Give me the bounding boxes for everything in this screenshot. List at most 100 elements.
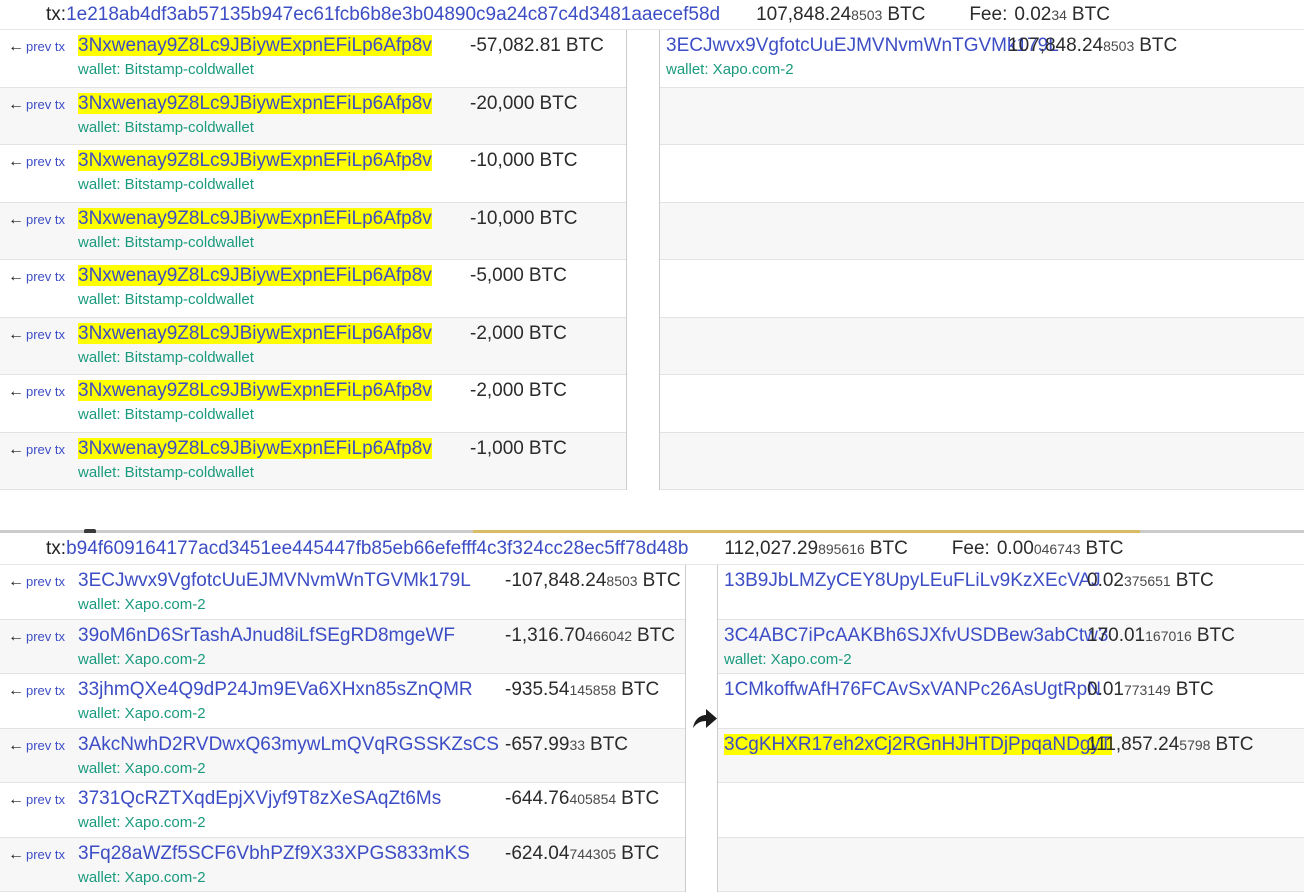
address-link[interactable]: 3CgKHXR17eh2xCj2RGnHJHTDjPpqaNDgyT <box>724 734 1112 755</box>
prev-tx-link[interactable]: prev tx <box>26 97 65 112</box>
tx-id-link[interactable]: 1e218ab4df3ab57135b947ec61fcb6b8e3b04890… <box>66 4 720 26</box>
address-link[interactable]: 13B9JbLMZyCEY8UpyLEuFLiLv9KzXEcVAJ <box>724 570 1101 591</box>
prev-tx-link[interactable]: prev tx <box>26 442 65 457</box>
empty-row <box>660 203 1304 261</box>
wallet-label[interactable]: wallet: Xapo.com-2 <box>78 759 505 778</box>
address-link[interactable]: 3Nxwenay9Z8Lc9JBiywExpnEFiLp6Afp8v <box>78 323 432 344</box>
wallet-label[interactable]: wallet: Xapo.com-2 <box>724 650 1087 669</box>
address-link[interactable]: 1CMkoffwAfH76FCAvSxVANPc26AsUgtRpN <box>724 679 1101 700</box>
wallet-label[interactable]: wallet: Xapo.com-2 <box>78 595 505 614</box>
tx-prefix: tx: <box>46 538 66 560</box>
amount: 0.02375651BTC <box>1087 570 1214 592</box>
wallet-label[interactable]: wallet: Bitstamp-coldwallet <box>78 118 470 137</box>
prev-tx-link[interactable]: prev tx <box>26 792 65 807</box>
address-link[interactable]: 3Nxwenay9Z8Lc9JBiywExpnEFiLp6Afp8v <box>78 438 432 459</box>
arrow-left-icon: ← <box>8 211 24 228</box>
prev-tx-link[interactable]: prev tx <box>26 847 65 862</box>
wallet-label[interactable]: wallet: Xapo.com-2 <box>78 704 505 723</box>
wallet-label[interactable]: wallet: Bitstamp-coldwallet <box>78 233 470 252</box>
amount: 0.01773149BTC <box>1087 679 1214 701</box>
amount: -107,848.248503BTC <box>505 570 681 592</box>
address-link[interactable]: 3731QcRZTXqdEpjXVjyf9T8zXeSAqZt6Ms <box>78 788 441 809</box>
input-row: ←prev tx 3AkcNwhD2RVDwxQ63mywLmQVqRGSSKZ… <box>0 729 685 784</box>
output-row: 1CMkoffwAfH76FCAvSxVANPc26AsUgtRpN 0.017… <box>718 674 1304 729</box>
tx-id-link[interactable]: b94f609164177acd3451ee445447fb85eb66efef… <box>66 538 688 560</box>
arrow-left-icon: ← <box>8 96 24 113</box>
address-link[interactable]: 3ECJwvx9VgfotcUuEJMVNvmWnTGVMk179L <box>78 570 471 591</box>
input-row: ←prev tx 39oM6nD6SrTashAJnud8iLfSEgRD8mg… <box>0 620 685 675</box>
input-row: ←prev tx 3Nxwenay9Z8Lc9JBiywExpnEFiLp6Af… <box>0 88 626 146</box>
amount: -57,082.81BTC <box>470 35 604 57</box>
address-link[interactable]: 3Fq28aWZf5SCF6VbhPZf9X33XPGS833mKS <box>78 843 470 864</box>
input-row: ←prev tx 3Nxwenay9Z8Lc9JBiywExpnEFiLp6Af… <box>0 318 626 376</box>
amount: 107,848.248503BTC <box>1008 35 1177 57</box>
output-row: 13B9JbLMZyCEY8UpyLEuFLiLv9KzXEcVAJ 0.023… <box>718 565 1304 620</box>
amount: -935.54145858BTC <box>505 679 659 701</box>
amount: 111,857.245798BTC <box>1087 734 1253 756</box>
arrow-left-icon: ← <box>8 326 24 343</box>
input-row: ←prev tx 3Nxwenay9Z8Lc9JBiywExpnEFiLp6Af… <box>0 375 626 433</box>
address-link[interactable]: 3Nxwenay9Z8Lc9JBiywExpnEFiLp6Afp8v <box>78 93 432 114</box>
prev-tx-link[interactable]: prev tx <box>26 629 65 644</box>
amount: -10,000BTC <box>470 208 577 230</box>
prev-tx-link[interactable]: prev tx <box>26 154 65 169</box>
address-link[interactable]: 3AkcNwhD2RVDwxQ63mywLmQVqRGSSKZsCS <box>78 734 499 755</box>
wallet-label[interactable]: wallet: Xapo.com-2 <box>666 60 1008 79</box>
empty-row <box>660 260 1304 318</box>
amount: -1,000BTC <box>470 438 567 460</box>
amount: -644.76405854BTC <box>505 788 659 810</box>
amount: -5,000BTC <box>470 265 567 287</box>
empty-row <box>660 375 1304 433</box>
inputs-column: ←prev tx 3ECJwvx9VgfotcUuEJMVNvmWnTGVMk1… <box>0 565 686 892</box>
address-link[interactable]: 3Nxwenay9Z8Lc9JBiywExpnEFiLp6Afp8v <box>78 208 432 229</box>
wallet-label[interactable]: wallet: Bitstamp-coldwallet <box>78 175 470 194</box>
prev-tx-link[interactable]: prev tx <box>26 327 65 342</box>
input-row: ←prev tx 3Nxwenay9Z8Lc9JBiywExpnEFiLp6Af… <box>0 433 626 491</box>
amount: 170.01167016BTC <box>1087 625 1235 647</box>
inputs-column: ←prev tx 3Nxwenay9Z8Lc9JBiywExpnEFiLp6Af… <box>0 30 627 490</box>
amount: -20,000BTC <box>470 93 577 115</box>
wallet-label[interactable]: wallet: Bitstamp-coldwallet <box>78 60 470 79</box>
wallet-label[interactable]: wallet: Xapo.com-2 <box>78 868 505 887</box>
arrow-left-icon: ← <box>8 737 24 754</box>
address-link[interactable]: 3ECJwvx9VgfotcUuEJMVNvmWnTGVMk179L <box>666 35 1059 56</box>
address-link[interactable]: 3Nxwenay9Z8Lc9JBiywExpnEFiLp6Afp8v <box>78 265 432 286</box>
tx-prefix: tx: <box>46 4 66 26</box>
address-link[interactable]: 39oM6nD6SrTashAJnud8iLfSEgRD8mgeWF <box>78 625 455 646</box>
wallet-label[interactable]: wallet: Bitstamp-coldwallet <box>78 463 470 482</box>
empty-row <box>718 838 1304 892</box>
prev-tx-link[interactable]: prev tx <box>26 269 65 284</box>
wallet-label[interactable]: wallet: Xapo.com-2 <box>78 813 505 832</box>
input-row: ←prev tx 3Fq28aWZf5SCF6VbhPZf9X33XPGS833… <box>0 838 685 892</box>
prev-tx-link[interactable]: prev tx <box>26 384 65 399</box>
arrow-left-icon: ← <box>8 846 24 863</box>
wallet-label[interactable]: wallet: Bitstamp-coldwallet <box>78 405 470 424</box>
wallet-label[interactable]: wallet: Bitstamp-coldwallet <box>78 348 470 367</box>
wallet-label[interactable]: wallet: Xapo.com-2 <box>78 650 505 669</box>
arrow-left-icon: ← <box>8 628 24 645</box>
prev-tx-link[interactable]: prev tx <box>26 39 65 54</box>
prev-tx-link[interactable]: prev tx <box>26 574 65 589</box>
empty-row <box>660 88 1304 146</box>
prev-tx-link[interactable]: prev tx <box>26 212 65 227</box>
column-gap <box>627 30 659 490</box>
address-link[interactable]: 3Nxwenay9Z8Lc9JBiywExpnEFiLp6Afp8v <box>78 380 432 401</box>
tx-fee: Fee:0.00046743BTC <box>952 538 1124 560</box>
address-link[interactable]: 3C4ABC7iPcAAKBh6SJXfvUSDBew3abCtw3 <box>724 625 1108 646</box>
address-link[interactable]: 3Nxwenay9Z8Lc9JBiywExpnEFiLp6Afp8v <box>78 150 432 171</box>
prev-tx-link[interactable]: prev tx <box>26 683 65 698</box>
tx-header: tx:b94f609164177acd3451ee445447fb85eb66e… <box>0 533 1304 565</box>
arrow-left-icon: ← <box>8 153 24 170</box>
arrow-left-icon: ← <box>8 38 24 55</box>
address-link[interactable]: 33jhmQXe4Q9dP24Jm9EVa6XHxn85sZnQMR <box>78 679 473 700</box>
empty-row <box>660 145 1304 203</box>
input-row: ←prev tx 3731QcRZTXqdEpjXVjyf9T8zXeSAqZt… <box>0 783 685 838</box>
wallet-label[interactable]: wallet: Bitstamp-coldwallet <box>78 290 470 309</box>
output-row: 3CgKHXR17eh2xCj2RGnHJHTDjPpqaNDgyT 111,8… <box>718 729 1304 784</box>
tx-total-amount: 112,027.29895616BTC <box>724 538 907 560</box>
address-link[interactable]: 3Nxwenay9Z8Lc9JBiywExpnEFiLp6Afp8v <box>78 35 432 56</box>
tx-header: tx:1e218ab4df3ab57135b947ec61fcb6b8e3b04… <box>0 0 1304 30</box>
prev-tx-link[interactable]: prev tx <box>26 738 65 753</box>
input-row: ←prev tx 33jhmQXe4Q9dP24Jm9EVa6XHxn85sZn… <box>0 674 685 729</box>
arrow-left-icon: ← <box>8 441 24 458</box>
